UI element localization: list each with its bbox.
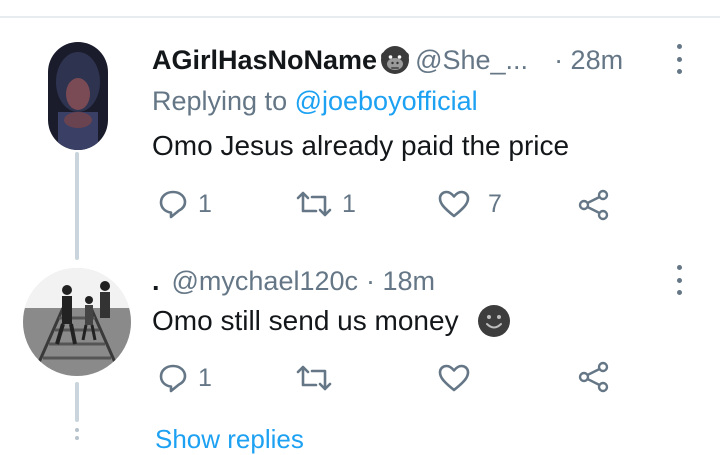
gorilla-emoji-icon [379,44,411,76]
tweet-header: . @mychael120c · 18m [152,265,435,297]
avatar[interactable] [48,42,108,150]
share-icon [578,189,609,221]
tweet-text-row: Omo still send us money [152,304,511,338]
share-icon [578,361,609,393]
retweet-button[interactable] [296,363,342,393]
replying-to-line: Replying to @joeboyofficial [152,85,478,117]
reply-button[interactable]: 1 [158,363,212,393]
timestamp[interactable]: · 18m [366,265,435,297]
replying-to-prefix: Replying to [152,86,295,116]
like-count: 7 [488,189,502,218]
tweet-text: Omo still send us money [152,305,459,336]
retweet-icon [296,365,332,391]
like-button[interactable]: 7 [438,189,502,219]
smiling-face-emoji-icon [477,304,511,338]
handle[interactable]: @She_... [415,44,528,76]
like-button[interactable] [438,363,480,393]
heart-icon [438,364,470,392]
retweet-icon [296,191,332,217]
retweet-count: 1 [342,189,356,218]
replying-to-link[interactable]: @joeboyofficial [295,86,478,116]
reply-icon [159,190,187,219]
reply-count: 1 [198,189,212,218]
top-divider [0,16,720,18]
timestamp[interactable]: · 28m [554,44,623,76]
avatar[interactable] [23,268,131,376]
more-options-icon[interactable] [671,44,687,74]
handle[interactable]: @mychael120c [172,265,359,297]
thread-connector-line [75,152,79,260]
thread-dots [75,428,79,440]
heart-icon [438,190,470,218]
display-name[interactable]: . [152,265,160,297]
reply-icon [159,364,187,393]
reply-button[interactable]: 1 [158,189,212,219]
display-name[interactable]: AGirlHasNoName [152,44,377,76]
tweet-text: Omo Jesus already paid the price [152,130,570,161]
share-button[interactable] [578,361,610,393]
retweet-button[interactable]: 1 [296,189,356,219]
reply-count: 1 [198,363,212,392]
more-options-icon[interactable] [671,265,687,295]
share-button[interactable] [578,189,610,221]
thread-connector-line [75,382,79,422]
tweet-header: AGirlHasNoName @She_... · 28m [152,44,623,76]
show-replies-link[interactable]: Show replies [155,424,304,455]
